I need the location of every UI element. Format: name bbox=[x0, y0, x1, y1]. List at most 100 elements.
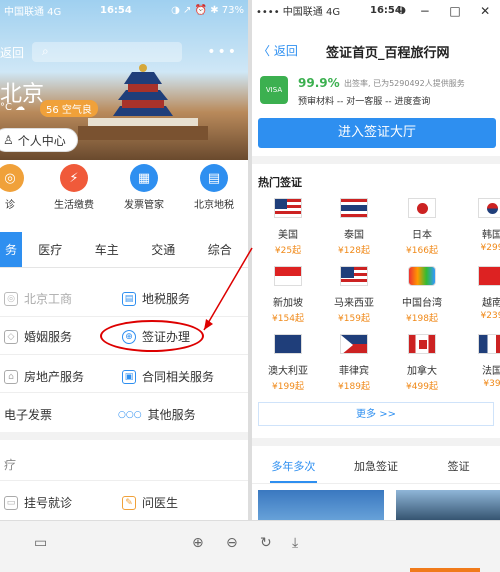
service-item-doctor[interactable]: ✎ 问医生 bbox=[122, 494, 178, 511]
service-item-marriage[interactable]: ◇ 婚姻服务 bbox=[4, 328, 72, 345]
quick-item-label: 生活缴费 bbox=[54, 200, 94, 211]
tab-traffic[interactable]: 交通 bbox=[135, 232, 192, 267]
country-price: ¥189起 bbox=[338, 382, 370, 392]
malaysia-flag-icon bbox=[340, 266, 368, 286]
service-item-registration[interactable]: ▭ 挂号就诊 bbox=[4, 494, 72, 511]
service-item-einvoice[interactable]: 电子发票 bbox=[4, 406, 52, 423]
country-name: 泰国 bbox=[344, 230, 364, 241]
section-gap bbox=[0, 432, 248, 440]
country-name: 澳大利亚 bbox=[268, 366, 308, 377]
country-name: 日本 bbox=[412, 230, 432, 241]
close-button[interactable]: ✕ bbox=[480, 4, 490, 18]
bolt-icon: ⚡ bbox=[60, 164, 88, 192]
tab-services[interactable]: 务 bbox=[0, 232, 22, 267]
accent-bar bbox=[410, 568, 480, 572]
back-link[interactable]: 返回 bbox=[0, 44, 24, 61]
section-gap bbox=[252, 438, 500, 446]
usa-flag-icon bbox=[274, 198, 302, 218]
more-button[interactable]: 更多 >> bbox=[258, 402, 494, 426]
country-item-malaysia[interactable]: 马来西亚 ¥159起 bbox=[328, 266, 380, 324]
service-item-contract[interactable]: ▣ 合同相关服务 bbox=[122, 368, 214, 385]
service-item-other[interactable]: ○○○ 其他服务 bbox=[118, 406, 196, 423]
rotate-icon[interactable]: ↻ bbox=[260, 535, 272, 551]
marriage-icon: ◇ bbox=[4, 329, 18, 344]
minimize-button[interactable]: − bbox=[420, 4, 430, 18]
divider bbox=[0, 316, 248, 317]
country-name: 加拿大 bbox=[407, 366, 437, 377]
search-box[interactable]: ⌕ bbox=[32, 42, 182, 62]
country-item-japan[interactable]: 日本 ¥166起 bbox=[396, 198, 448, 256]
page-title: 签证首页_百程旅行网 bbox=[326, 46, 450, 61]
service-item-commerce[interactable]: ◎ 北京工商 bbox=[4, 290, 72, 307]
country-name: 韩国 bbox=[482, 230, 500, 241]
country-name: 法国 bbox=[482, 366, 500, 377]
zoom-out-icon[interactable]: ⊖ bbox=[226, 535, 238, 551]
country-item-vietnam[interactable]: 越南 ¥239 bbox=[466, 266, 500, 321]
enter-visa-hall-button[interactable]: 进入签证大厅 bbox=[258, 118, 496, 148]
more-icon[interactable]: ••• bbox=[207, 44, 238, 60]
tab-visa-other[interactable]: 签证 bbox=[417, 450, 500, 483]
singapore-flag-icon bbox=[274, 266, 302, 286]
destination-image[interactable] bbox=[258, 490, 384, 520]
tab-general[interactable]: 综合 bbox=[192, 232, 249, 267]
personal-center-label: 个人中心 bbox=[17, 133, 66, 148]
country-item-canada[interactable]: 加拿大 ¥499起 bbox=[396, 334, 448, 392]
tax-service-icon: ▤ bbox=[122, 291, 136, 306]
country-item-taiwan[interactable]: 中国台湾 ¥198起 bbox=[396, 266, 448, 324]
window-controls: − □ ✕ bbox=[410, 0, 500, 22]
highlight-oval bbox=[100, 320, 204, 352]
country-name: 菲律宾 bbox=[339, 366, 369, 377]
carrier: •••• 中国联通 4G bbox=[256, 6, 341, 18]
country-item-thailand[interactable]: 泰国 ¥128起 bbox=[328, 198, 380, 256]
viewer-toolbar: ▭ ⊕ ⊖ ↻ ⤓ bbox=[0, 520, 500, 572]
country-price: ¥25起 bbox=[274, 246, 302, 256]
user-icon: ♙ bbox=[3, 133, 14, 147]
country-item-usa[interactable]: 美国 ¥25起 bbox=[262, 198, 314, 256]
tab-medical[interactable]: 医疗 bbox=[22, 232, 79, 267]
country-item-france[interactable]: 法国 ¥39 bbox=[466, 334, 500, 389]
download-icon[interactable]: ⤓ bbox=[292, 535, 298, 551]
personal-center-button[interactable]: ♙ 个人中心 bbox=[0, 128, 78, 152]
temperature: °C ☁ bbox=[0, 102, 26, 113]
country-item-philippines[interactable]: 菲律宾 ¥189起 bbox=[328, 334, 380, 392]
destination-image[interactable] bbox=[396, 490, 500, 520]
quick-item-clinic[interactable]: ◎ 诊 bbox=[0, 164, 40, 211]
country-item-korea[interactable]: 韩国 ¥299 bbox=[466, 198, 500, 253]
service-item-realestate[interactable]: ⌂ 房地产服务 bbox=[4, 368, 84, 385]
quick-item-invoice[interactable]: ▦ 发票管家 bbox=[114, 164, 174, 211]
approval-rate: 99.9% bbox=[298, 76, 340, 90]
country-price: ¥199起 bbox=[272, 382, 304, 392]
tab-urgent[interactable]: 加急签证 bbox=[335, 450, 418, 483]
panel-icon[interactable]: ▭ bbox=[34, 535, 47, 551]
service-label: 婚姻服务 bbox=[24, 330, 73, 344]
tab-multi-entry[interactable]: 多年多次 bbox=[252, 450, 335, 483]
temple-of-heaven-image bbox=[78, 64, 208, 140]
hot-visa-heading: 热门签证 bbox=[258, 176, 302, 189]
country-price: ¥166起 bbox=[406, 246, 438, 256]
maximize-button[interactable]: □ bbox=[449, 4, 460, 18]
korea-flag-icon bbox=[478, 198, 500, 218]
chat-icon: ✎ bbox=[122, 495, 136, 510]
service-label: 其他服务 bbox=[147, 408, 196, 422]
clipboard-icon: ▭ bbox=[4, 495, 18, 510]
country-price: ¥39 bbox=[483, 379, 500, 389]
clock: 16:54 bbox=[100, 4, 132, 16]
category-tabs: 务 医疗 车主 交通 综合 bbox=[0, 232, 248, 268]
country-item-australia[interactable]: 澳大利亚 ¥199起 bbox=[262, 334, 314, 392]
country-price: ¥299 bbox=[480, 243, 500, 253]
right-phone-screen: •••• 中国联通 4G 16:54 ◑ ↗ ⏰ ✱ 73% 〈 返回 签证首页… bbox=[252, 0, 500, 520]
quick-item-payment[interactable]: ⚡ 生活缴费 bbox=[44, 164, 104, 211]
australia-flag-icon bbox=[274, 334, 302, 354]
quick-item-tax[interactable]: ▤ 北京地税 bbox=[184, 164, 244, 211]
approval-stat: 出签率, 已为5290492人提供服务 bbox=[344, 79, 465, 88]
carrier: 中国联通 4G bbox=[4, 6, 62, 18]
country-name: 新加坡 bbox=[273, 298, 303, 309]
invoice-icon: ▦ bbox=[130, 164, 158, 192]
visa-icon: VISA bbox=[260, 76, 288, 104]
service-item-tax[interactable]: ▤ 地税服务 bbox=[122, 290, 190, 307]
zoom-in-icon[interactable]: ⊕ bbox=[192, 535, 204, 551]
country-item-singapore[interactable]: 新加坡 ¥154起 bbox=[262, 266, 314, 324]
quick-item-label: 发票管家 bbox=[124, 200, 164, 211]
tab-car[interactable]: 车主 bbox=[79, 232, 136, 267]
back-button[interactable]: 〈 返回 bbox=[258, 42, 298, 59]
